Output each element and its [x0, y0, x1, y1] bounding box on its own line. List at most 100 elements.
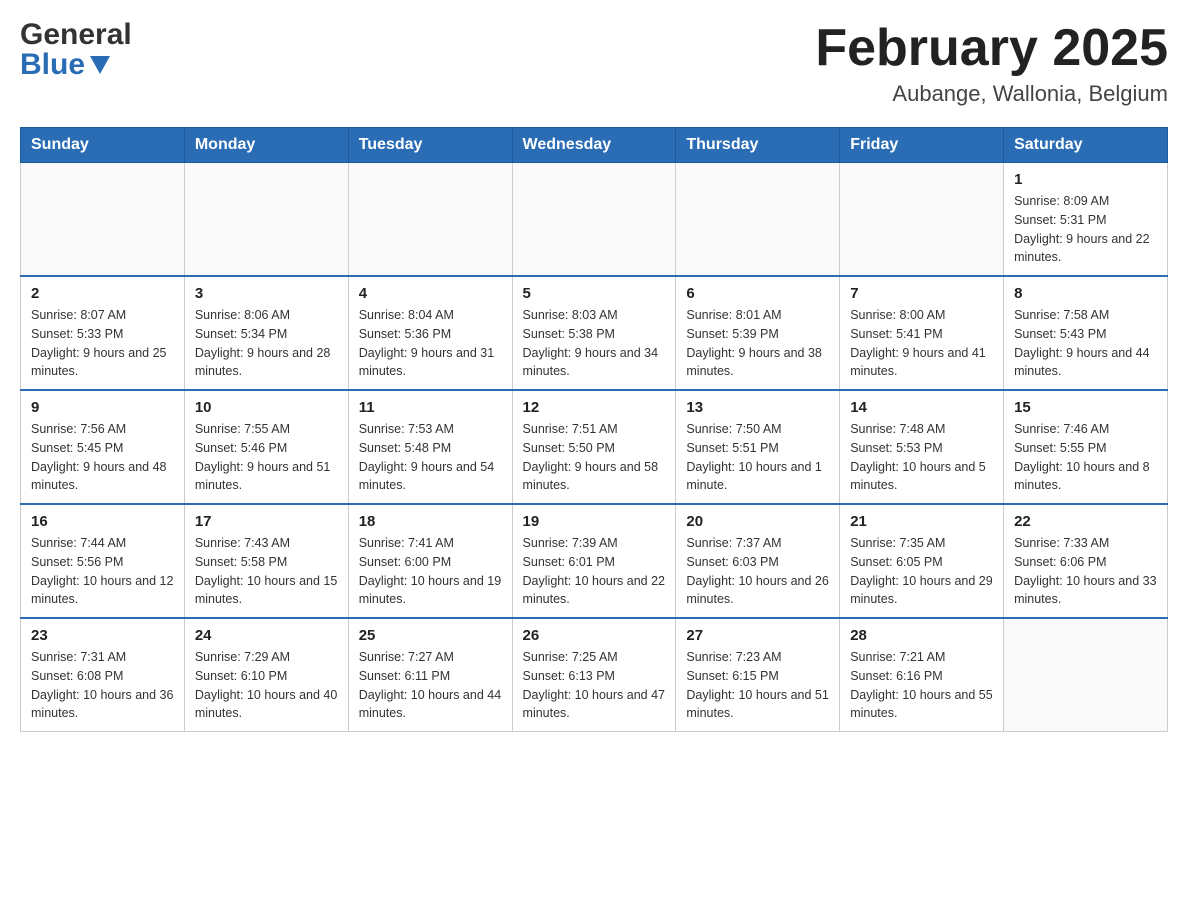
- day-info: Sunrise: 7:29 AM Sunset: 6:10 PM Dayligh…: [195, 648, 338, 723]
- day-number: 1: [1014, 171, 1157, 188]
- month-title: February 2025: [815, 20, 1168, 77]
- day-number: 21: [850, 513, 993, 530]
- calendar-cell: 11 Sunrise: 7:53 AM Sunset: 5:48 PM Dayli…: [348, 390, 512, 504]
- day-number: 11: [359, 399, 502, 416]
- day-info: Sunrise: 7:37 AM Sunset: 6:03 PM Dayligh…: [686, 534, 829, 609]
- logo-name: General Blue: [20, 20, 132, 80]
- calendar-cell: 20 Sunrise: 7:37 AM Sunset: 6:03 PM Dayli…: [676, 504, 840, 618]
- calendar-table: SundayMondayTuesdayWednesdayThursdayFrid…: [20, 127, 1168, 732]
- calendar-cell: 1 Sunrise: 8:09 AM Sunset: 5:31 PM Daylig…: [1004, 163, 1168, 277]
- calendar-cell: 23 Sunrise: 7:31 AM Sunset: 6:08 PM Dayli…: [21, 618, 185, 732]
- day-number: 20: [686, 513, 829, 530]
- day-info: Sunrise: 8:07 AM Sunset: 5:33 PM Dayligh…: [31, 306, 174, 381]
- day-info: Sunrise: 8:01 AM Sunset: 5:39 PM Dayligh…: [686, 306, 829, 381]
- day-number: 6: [686, 285, 829, 302]
- calendar-cell: [21, 163, 185, 277]
- logo: General Blue: [20, 20, 132, 80]
- day-info: Sunrise: 7:43 AM Sunset: 5:58 PM Dayligh…: [195, 534, 338, 609]
- calendar-cell: 12Sunrise: 7:51 AM Sunset: 5:50 PM Dayli…: [512, 390, 676, 504]
- day-number: 23: [31, 627, 174, 644]
- day-info: Sunrise: 8:09 AM Sunset: 5:31 PM Dayligh…: [1014, 192, 1157, 267]
- day-number: 17: [195, 513, 338, 530]
- calendar-cell: 18 Sunrise: 7:41 AM Sunset: 6:00 PM Dayli…: [348, 504, 512, 618]
- day-number: 7: [850, 285, 993, 302]
- calendar-cell: 2 Sunrise: 8:07 AM Sunset: 5:33 PM Daylig…: [21, 276, 185, 390]
- day-number: 9: [31, 399, 174, 416]
- day-number: 25: [359, 627, 502, 644]
- calendar-cell: 8 Sunrise: 7:58 AM Sunset: 5:43 PM Daylig…: [1004, 276, 1168, 390]
- calendar-cell: 28 Sunrise: 7:21 AM Sunset: 6:16 PM Dayli…: [840, 618, 1004, 732]
- day-info: Sunrise: 8:04 AM Sunset: 5:36 PM Dayligh…: [359, 306, 502, 381]
- calendar-cell: 22 Sunrise: 7:33 AM Sunset: 6:06 PM Dayli…: [1004, 504, 1168, 618]
- day-number: 10: [195, 399, 338, 416]
- day-info: Sunrise: 7:44 AM Sunset: 5:56 PM Dayligh…: [31, 534, 174, 609]
- day-number: 5: [523, 285, 666, 302]
- day-number: 12: [523, 399, 666, 416]
- day-number: 14: [850, 399, 993, 416]
- day-info: Sunrise: 7:23 AM Sunset: 6:15 PM Dayligh…: [686, 648, 829, 723]
- calendar-cell: 19Sunrise: 7:39 AM Sunset: 6:01 PM Dayli…: [512, 504, 676, 618]
- calendar-cell: 3 Sunrise: 8:06 AM Sunset: 5:34 PM Daylig…: [184, 276, 348, 390]
- weekday-header-wednesday: Wednesday: [512, 128, 676, 163]
- day-number: 15: [1014, 399, 1157, 416]
- logo-blue-text: Blue: [20, 50, 85, 80]
- calendar-cell: 10 Sunrise: 7:55 AM Sunset: 5:46 PM Dayli…: [184, 390, 348, 504]
- calendar-cell: [676, 163, 840, 277]
- day-info: Sunrise: 7:53 AM Sunset: 5:48 PM Dayligh…: [359, 420, 502, 495]
- calendar-cell: 16 Sunrise: 7:44 AM Sunset: 5:56 PM Dayli…: [21, 504, 185, 618]
- day-info: Sunrise: 7:25 AM Sunset: 6:13 PM Dayligh…: [523, 648, 666, 723]
- page-header: General Blue February 2025 Aubange, Wall…: [20, 20, 1168, 107]
- calendar-cell: [184, 163, 348, 277]
- calendar-cell: 27Sunrise: 7:23 AM Sunset: 6:15 PM Dayli…: [676, 618, 840, 732]
- day-info: Sunrise: 7:46 AM Sunset: 5:55 PM Dayligh…: [1014, 420, 1157, 495]
- calendar-cell: 26 Sunrise: 7:25 AM Sunset: 6:13 PM Dayli…: [512, 618, 676, 732]
- day-number: 19: [523, 513, 666, 530]
- day-info: Sunrise: 8:06 AM Sunset: 5:34 PM Dayligh…: [195, 306, 338, 381]
- calendar-cell: 15 Sunrise: 7:46 AM Sunset: 5:55 PM Dayli…: [1004, 390, 1168, 504]
- calendar-cell: 14 Sunrise: 7:48 AM Sunset: 5:53 PM Dayli…: [840, 390, 1004, 504]
- day-info: Sunrise: 8:03 AM Sunset: 5:38 PM Dayligh…: [523, 306, 666, 381]
- day-number: 26: [523, 627, 666, 644]
- day-info: Sunrise: 7:21 AM Sunset: 6:16 PM Dayligh…: [850, 648, 993, 723]
- day-info: Sunrise: 7:41 AM Sunset: 6:00 PM Dayligh…: [359, 534, 502, 609]
- logo-blue-row: Blue: [20, 50, 132, 80]
- day-info: Sunrise: 7:33 AM Sunset: 6:06 PM Dayligh…: [1014, 534, 1157, 609]
- calendar-cell: [840, 163, 1004, 277]
- weekday-header-row: SundayMondayTuesdayWednesdayThursdayFrid…: [21, 128, 1168, 163]
- day-number: 24: [195, 627, 338, 644]
- day-info: Sunrise: 8:00 AM Sunset: 5:41 PM Dayligh…: [850, 306, 993, 381]
- calendar-cell: 5 Sunrise: 8:03 AM Sunset: 5:38 PM Daylig…: [512, 276, 676, 390]
- day-info: Sunrise: 7:48 AM Sunset: 5:53 PM Dayligh…: [850, 420, 993, 495]
- calendar-cell: [1004, 618, 1168, 732]
- calendar-week-row: 23 Sunrise: 7:31 AM Sunset: 6:08 PM Dayli…: [21, 618, 1168, 732]
- calendar-cell: 9 Sunrise: 7:56 AM Sunset: 5:45 PM Daylig…: [21, 390, 185, 504]
- day-number: 3: [195, 285, 338, 302]
- day-info: Sunrise: 7:56 AM Sunset: 5:45 PM Dayligh…: [31, 420, 174, 495]
- title-block: February 2025 Aubange, Wallonia, Belgium: [815, 20, 1168, 107]
- weekday-header-sunday: Sunday: [21, 128, 185, 163]
- calendar-cell: 13Sunrise: 7:50 AM Sunset: 5:51 PM Dayli…: [676, 390, 840, 504]
- calendar-week-row: 1 Sunrise: 8:09 AM Sunset: 5:31 PM Daylig…: [21, 163, 1168, 277]
- calendar-cell: 21Sunrise: 7:35 AM Sunset: 6:05 PM Dayli…: [840, 504, 1004, 618]
- logo-general-text: General: [20, 20, 132, 50]
- calendar-week-row: 2 Sunrise: 8:07 AM Sunset: 5:33 PM Daylig…: [21, 276, 1168, 390]
- weekday-header-thursday: Thursday: [676, 128, 840, 163]
- day-number: 22: [1014, 513, 1157, 530]
- weekday-header-saturday: Saturday: [1004, 128, 1168, 163]
- day-number: 16: [31, 513, 174, 530]
- day-info: Sunrise: 7:31 AM Sunset: 6:08 PM Dayligh…: [31, 648, 174, 723]
- calendar-cell: 7 Sunrise: 8:00 AM Sunset: 5:41 PM Daylig…: [840, 276, 1004, 390]
- day-number: 8: [1014, 285, 1157, 302]
- weekday-header-monday: Monday: [184, 128, 348, 163]
- calendar-cell: [512, 163, 676, 277]
- calendar-cell: 24 Sunrise: 7:29 AM Sunset: 6:10 PM Dayli…: [184, 618, 348, 732]
- day-info: Sunrise: 7:58 AM Sunset: 5:43 PM Dayligh…: [1014, 306, 1157, 381]
- day-number: 18: [359, 513, 502, 530]
- day-number: 4: [359, 285, 502, 302]
- calendar-week-row: 9 Sunrise: 7:56 AM Sunset: 5:45 PM Daylig…: [21, 390, 1168, 504]
- day-number: 2: [31, 285, 174, 302]
- calendar-cell: 6 Sunrise: 8:01 AM Sunset: 5:39 PM Daylig…: [676, 276, 840, 390]
- day-info: Sunrise: 7:50 AM Sunset: 5:51 PM Dayligh…: [686, 420, 829, 495]
- day-number: 28: [850, 627, 993, 644]
- day-info: Sunrise: 7:55 AM Sunset: 5:46 PM Dayligh…: [195, 420, 338, 495]
